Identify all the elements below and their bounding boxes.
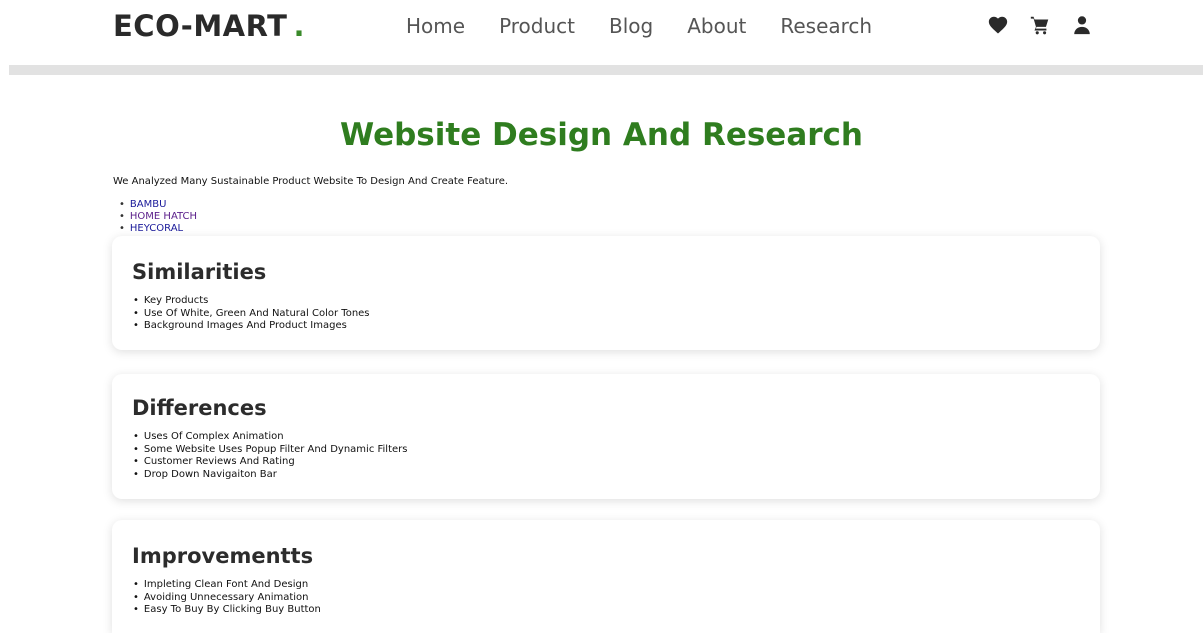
page-title: Website Design And Research: [340, 117, 863, 153]
list-item: Avoiding Unnecessary Animation: [133, 592, 321, 605]
nav-blog[interactable]: Blog: [609, 14, 653, 38]
site-header: ECO-MART. Home Product Blog About Resear…: [0, 0, 1203, 52]
similarities-heading: Similarities: [132, 260, 267, 284]
nav-product[interactable]: Product: [499, 14, 575, 38]
logo[interactable]: ECO-MART.: [113, 9, 305, 43]
improvements-card: Improvementts Impleting Clean Font And D…: [112, 520, 1100, 633]
list-item: Some Website Uses Popup Filter And Dynam…: [133, 444, 408, 457]
user-icon[interactable]: [1071, 14, 1093, 36]
main-nav: Home Product Blog About Research: [406, 14, 906, 38]
site-links-list: BAMBU HOME HATCH HEYCORAL: [119, 199, 197, 235]
intro-text: We Analyzed Many Sustainable Product Web…: [113, 176, 509, 187]
list-item: Key Products: [133, 295, 370, 308]
heart-icon[interactable]: [987, 14, 1009, 36]
list-item: HOME HATCH: [119, 211, 197, 223]
nav-about[interactable]: About: [687, 14, 746, 38]
page: ECO-MART. Home Product Blog About Resear…: [0, 0, 1203, 633]
logo-dot: .: [293, 9, 305, 43]
cart-icon[interactable]: [1029, 14, 1051, 36]
list-item: Background Images And Product Images: [133, 320, 370, 333]
differences-heading: Differences: [132, 396, 267, 420]
header-icons: [987, 14, 1113, 36]
differences-card: Differences Uses Of Complex Animation So…: [112, 374, 1100, 499]
link-bambu[interactable]: BAMBU: [130, 199, 167, 210]
list-item: BAMBU: [119, 199, 197, 211]
logo-text: ECO-MART: [113, 9, 288, 43]
differences-list: Uses Of Complex Animation Some Website U…: [133, 431, 408, 482]
nav-research[interactable]: Research: [780, 14, 872, 38]
list-item: Easy To Buy By Clicking Buy Button: [133, 604, 321, 617]
link-heycoral[interactable]: HEYCORAL: [130, 223, 183, 234]
header-divider: [9, 65, 1203, 75]
list-item: Drop Down Navigaiton Bar: [133, 469, 407, 482]
list-item: Impleting Clean Font And Design: [133, 579, 321, 592]
list-item: Uses Of Complex Animation: [133, 431, 407, 444]
list-item: HEYCORAL: [119, 223, 197, 235]
list-item: Customer Reviews And Rating: [133, 456, 407, 469]
list-item: Use Of White, Green And Natural Color To…: [133, 308, 370, 321]
similarities-card: Similarities Key Products Use Of White, …: [112, 236, 1100, 350]
link-home-hatch[interactable]: HOME HATCH: [130, 211, 197, 222]
similarities-list: Key Products Use Of White, Green And Nat…: [133, 295, 370, 333]
improvements-heading: Improvementts: [132, 544, 314, 568]
improvements-list: Impleting Clean Font And Design Avoiding…: [133, 579, 321, 617]
nav-home[interactable]: Home: [406, 14, 465, 38]
